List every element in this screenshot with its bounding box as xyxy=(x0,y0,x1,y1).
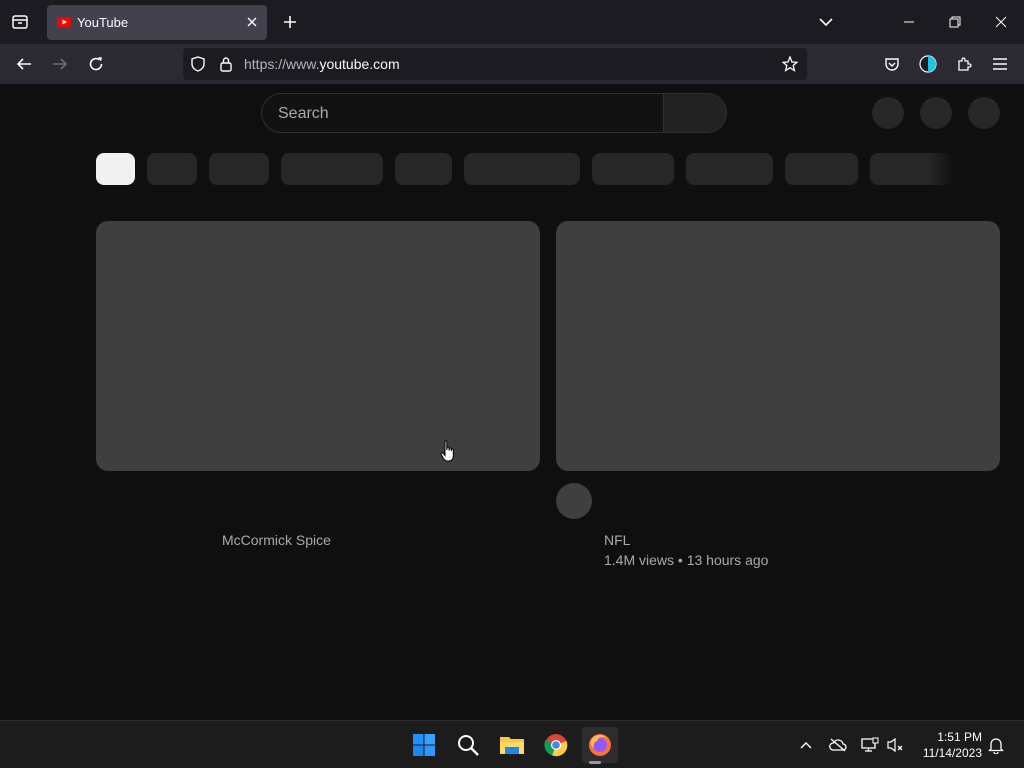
url-text[interactable]: https://www.youtube.com xyxy=(244,56,400,72)
url-prefix: https://www. xyxy=(244,56,320,72)
chevron-down-icon xyxy=(819,18,833,27)
back-button[interactable] xyxy=(10,50,38,78)
extension-dark-reader-button[interactable] xyxy=(914,50,942,78)
address-bar[interactable]: https://www.youtube.com xyxy=(183,48,807,80)
filter-chip[interactable] xyxy=(464,153,580,185)
hand-cursor-icon xyxy=(440,440,454,462)
list-all-tabs-button[interactable] xyxy=(814,10,838,34)
pocket-icon xyxy=(885,58,899,71)
navigation-toolbar: https://www.youtube.com xyxy=(0,44,1024,84)
filter-chip[interactable] xyxy=(209,153,269,185)
minimize-icon xyxy=(904,21,914,23)
video-thumbnail[interactable] xyxy=(96,221,540,471)
notification-center-button[interactable] xyxy=(985,734,1007,756)
create-button-placeholder[interactable] xyxy=(872,97,904,129)
star-icon xyxy=(782,56,798,72)
shield-icon xyxy=(191,56,205,72)
video-stats: 1.4M views • 13 hours ago xyxy=(604,552,769,568)
puzzle-icon xyxy=(958,57,972,71)
search-input[interactable]: Search xyxy=(261,93,663,133)
youtube-page: Search McCormick Spice NFL 1.4M views • … xyxy=(0,84,1024,720)
restore-icon xyxy=(949,16,961,28)
plus-icon xyxy=(284,16,296,28)
bookmark-button[interactable] xyxy=(780,54,800,74)
network-icon xyxy=(861,737,879,752)
active-app-indicator xyxy=(589,761,601,764)
tab-title: YouTube xyxy=(77,15,129,30)
close-icon xyxy=(995,16,1007,28)
new-tab-button[interactable] xyxy=(278,10,302,34)
filter-chip[interactable] xyxy=(870,153,954,185)
pocket-button[interactable] xyxy=(878,50,906,78)
filter-chip[interactable] xyxy=(281,153,383,185)
chrome-button[interactable] xyxy=(538,727,574,763)
lock-icon xyxy=(220,57,232,72)
start-button[interactable] xyxy=(406,727,442,763)
chevron-up-icon xyxy=(800,742,812,749)
filter-chip[interactable] xyxy=(592,153,674,185)
extensions-button[interactable] xyxy=(950,50,978,78)
close-icon xyxy=(247,17,257,27)
volume-button[interactable] xyxy=(884,734,906,756)
tab-list-icon xyxy=(12,15,28,29)
filter-chip[interactable] xyxy=(147,153,197,185)
reload-button[interactable] xyxy=(82,50,110,78)
menu-button[interactable] xyxy=(986,50,1014,78)
browser-tab-youtube[interactable]: YouTube xyxy=(47,5,267,40)
channel-avatar[interactable] xyxy=(556,483,592,519)
site-info-button[interactable] xyxy=(216,54,236,74)
hamburger-menu-icon xyxy=(993,58,1007,70)
volume-muted-icon xyxy=(887,737,903,753)
filter-chip-active[interactable] xyxy=(96,153,135,185)
search-placeholder: Search xyxy=(278,105,329,122)
account-avatar-placeholder[interactable] xyxy=(968,97,1000,129)
onedrive-status-button[interactable] xyxy=(827,734,849,756)
file-explorer-button[interactable] xyxy=(494,727,530,763)
forward-button[interactable] xyxy=(46,50,74,78)
tab-bar: YouTube xyxy=(0,0,1024,44)
notifications-button-placeholder[interactable] xyxy=(920,97,952,129)
arrow-right-icon xyxy=(53,58,68,70)
taskbar-search-button[interactable] xyxy=(450,727,486,763)
windows-taskbar: 1:51 PM 11/14/2023 xyxy=(0,720,1024,768)
clock-time[interactable]: 1:51 PM xyxy=(920,730,982,744)
search-icon xyxy=(458,735,479,756)
network-status-button[interactable] xyxy=(859,734,881,756)
clock-date[interactable]: 11/14/2023 xyxy=(916,746,982,760)
chrome-icon xyxy=(544,734,568,757)
tracking-protection-button[interactable] xyxy=(188,54,208,74)
cloud-offline-icon xyxy=(829,738,847,752)
bell-icon xyxy=(988,738,1004,754)
minimize-button[interactable] xyxy=(886,4,932,40)
url-host: youtube.com xyxy=(319,56,400,72)
reload-icon xyxy=(89,57,103,71)
arrow-left-icon xyxy=(16,58,31,70)
filter-chip[interactable] xyxy=(785,153,858,185)
video-channel-name[interactable]: NFL xyxy=(604,532,630,548)
filter-chip[interactable] xyxy=(686,153,773,185)
tab-close-button[interactable] xyxy=(243,13,261,31)
show-hidden-icons-button[interactable] xyxy=(795,734,817,756)
tab-list-button[interactable] xyxy=(8,10,32,34)
firefox-icon xyxy=(589,734,611,756)
youtube-favicon-icon xyxy=(57,17,71,27)
filter-chip[interactable] xyxy=(395,153,452,185)
close-window-button[interactable] xyxy=(978,4,1024,40)
folder-icon xyxy=(500,737,524,754)
restore-button[interactable] xyxy=(932,4,978,40)
firefox-button[interactable] xyxy=(582,727,618,763)
search-button[interactable] xyxy=(663,93,727,133)
dark-mode-extension-icon xyxy=(919,55,937,73)
video-channel-name[interactable]: McCormick Spice xyxy=(222,532,331,548)
video-thumbnail[interactable] xyxy=(556,221,1000,471)
windows-start-icon xyxy=(413,734,435,756)
